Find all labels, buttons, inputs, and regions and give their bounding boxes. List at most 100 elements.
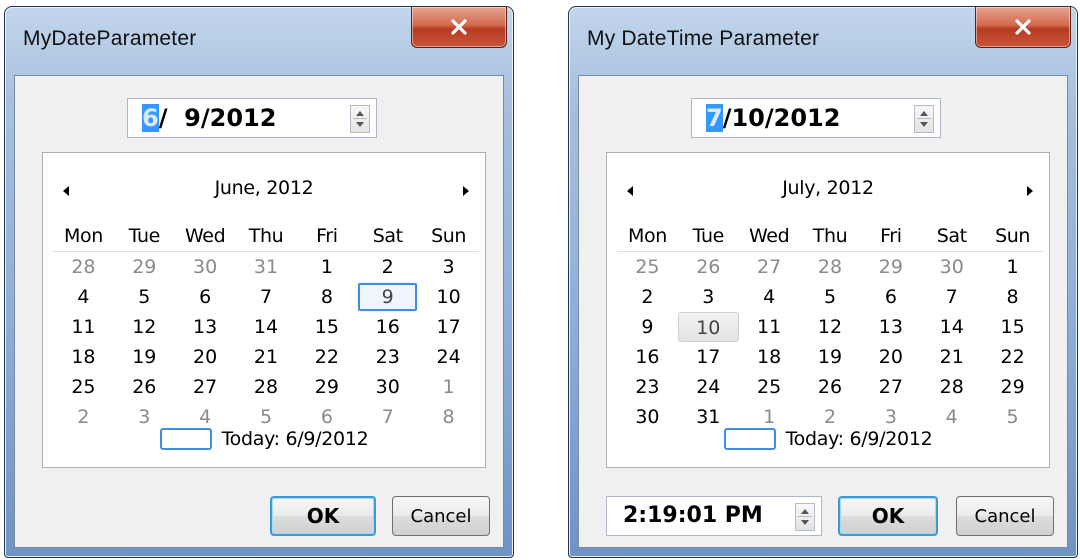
- calendar-day[interactable]: 12: [114, 312, 175, 342]
- title-bar[interactable]: MyDateParameter: [5, 7, 513, 75]
- date-spinner[interactable]: [350, 105, 370, 133]
- calendar-day[interactable]: 26: [114, 372, 175, 402]
- next-month-icon[interactable]: [1027, 186, 1033, 196]
- calendar-day[interactable]: 23: [617, 372, 678, 402]
- calendar-day[interactable]: 15: [982, 312, 1043, 342]
- date-spinner[interactable]: [914, 105, 934, 133]
- calendar-day[interactable]: 19: [800, 342, 861, 372]
- calendar-day[interactable]: 20: [175, 342, 236, 372]
- today-link[interactable]: Today: 6/9/2012: [43, 425, 485, 453]
- calendar-day[interactable]: 28: [236, 372, 297, 402]
- calendar-day[interactable]: 27: [739, 252, 800, 282]
- calendar-day[interactable]: 5: [800, 282, 861, 312]
- calendar-day[interactable]: 27: [860, 372, 921, 402]
- calendar-day[interactable]: 4: [739, 282, 800, 312]
- calendar-day[interactable]: 11: [53, 312, 114, 342]
- spin-up-icon[interactable]: [920, 111, 928, 116]
- calendar-day[interactable]: 28: [800, 252, 861, 282]
- calendar-month-label[interactable]: June, 2012: [43, 177, 485, 199]
- calendar-day[interactable]: 29: [982, 372, 1043, 402]
- calendar-day[interactable]: 3: [418, 252, 479, 282]
- calendar-day[interactable]: 30: [175, 252, 236, 282]
- calendar-day[interactable]: 1: [296, 252, 357, 282]
- spin-down-icon[interactable]: [801, 520, 809, 525]
- calendar-day[interactable]: 2: [617, 282, 678, 312]
- calendar-day[interactable]: 27: [175, 372, 236, 402]
- calendar-day[interactable]: 22: [982, 342, 1043, 372]
- spin-down-icon[interactable]: [920, 122, 928, 127]
- calendar-day[interactable]: 22: [296, 342, 357, 372]
- calendar-day[interactable]: 5: [114, 282, 175, 312]
- calendar-day[interactable]: 6: [175, 282, 236, 312]
- today-link[interactable]: Today: 6/9/2012: [607, 425, 1049, 453]
- title-bar[interactable]: My DateTime Parameter: [569, 7, 1077, 75]
- calendar-day[interactable]: 31: [236, 252, 297, 282]
- date-picker-input[interactable]: 7/10/2012: [691, 98, 941, 138]
- calendar-day[interactable]: 28: [53, 252, 114, 282]
- calendar-day[interactable]: 9: [617, 312, 678, 342]
- cancel-button[interactable]: Cancel: [392, 496, 490, 536]
- calendar-day[interactable]: 20: [860, 342, 921, 372]
- month-segment[interactable]: 7: [706, 104, 723, 132]
- close-button[interactable]: [411, 7, 507, 48]
- calendar-month-label[interactable]: July, 2012: [607, 177, 1049, 199]
- calendar-day[interactable]: 29: [860, 252, 921, 282]
- spin-up-icon[interactable]: [801, 509, 809, 514]
- calendar-day[interactable]: 13: [860, 312, 921, 342]
- calendar-day[interactable]: 16: [617, 342, 678, 372]
- calendar-day[interactable]: 21: [921, 342, 982, 372]
- calendar-day[interactable]: 4: [53, 282, 114, 312]
- calendar-day[interactable]: 3: [678, 282, 739, 312]
- month-segment[interactable]: 6: [142, 104, 159, 132]
- calendar-day[interactable]: 25: [617, 252, 678, 282]
- calendar-day[interactable]: 7: [236, 282, 297, 312]
- next-month-icon[interactable]: [463, 186, 469, 196]
- today-label[interactable]: Today: 6/9/2012: [786, 428, 933, 450]
- time-value[interactable]: 2:19:01 PM: [623, 503, 763, 529]
- calendar-day[interactable]: 2: [357, 252, 418, 282]
- calendar-day[interactable]: 7: [921, 282, 982, 312]
- calendar-day[interactable]: 14: [236, 312, 297, 342]
- calendar-day[interactable]: 26: [800, 372, 861, 402]
- date-picker-input[interactable]: 6/ 9/2012: [127, 98, 377, 138]
- calendar-day[interactable]: 8: [982, 282, 1043, 312]
- time-picker-input[interactable]: 2:19:01 PM: [606, 496, 822, 536]
- calendar-day[interactable]: 29: [114, 252, 175, 282]
- calendar-day-selected[interactable]: 10: [677, 312, 739, 342]
- calendar-day-selected[interactable]: 9: [357, 282, 419, 312]
- calendar-day[interactable]: 11: [739, 312, 800, 342]
- calendar-day[interactable]: 29: [296, 372, 357, 402]
- calendar-day[interactable]: 18: [739, 342, 800, 372]
- calendar-day[interactable]: 17: [418, 312, 479, 342]
- calendar-day[interactable]: 23: [357, 342, 418, 372]
- cancel-button[interactable]: Cancel: [956, 496, 1054, 536]
- calendar-day[interactable]: 6: [860, 282, 921, 312]
- today-label[interactable]: Today: 6/9/2012: [222, 428, 369, 450]
- calendar-day[interactable]: 28: [921, 372, 982, 402]
- calendar-day[interactable]: 14: [921, 312, 982, 342]
- spin-down-icon[interactable]: [356, 122, 364, 127]
- calendar-day[interactable]: 24: [418, 342, 479, 372]
- calendar-day[interactable]: 15: [296, 312, 357, 342]
- calendar-day[interactable]: 30: [357, 372, 418, 402]
- calendar-day[interactable]: 30: [921, 252, 982, 282]
- calendar-day[interactable]: 1: [418, 372, 479, 402]
- ok-button[interactable]: OK: [270, 496, 376, 536]
- calendar-day[interactable]: 19: [114, 342, 175, 372]
- spin-up-icon[interactable]: [356, 111, 364, 116]
- close-button[interactable]: [975, 7, 1071, 48]
- calendar-day[interactable]: 18: [53, 342, 114, 372]
- calendar-day[interactable]: 8: [296, 282, 357, 312]
- time-spinner[interactable]: [795, 503, 815, 531]
- calendar-day[interactable]: 12: [800, 312, 861, 342]
- calendar-day[interactable]: 13: [175, 312, 236, 342]
- calendar-day[interactable]: 1: [982, 252, 1043, 282]
- calendar-day[interactable]: 17: [678, 342, 739, 372]
- calendar-day[interactable]: 16: [357, 312, 418, 342]
- calendar-day[interactable]: 26: [678, 252, 739, 282]
- calendar-day[interactable]: 25: [739, 372, 800, 402]
- calendar-day[interactable]: 21: [236, 342, 297, 372]
- calendar-day[interactable]: 25: [53, 372, 114, 402]
- ok-button[interactable]: OK: [838, 496, 938, 536]
- calendar-day[interactable]: 24: [678, 372, 739, 402]
